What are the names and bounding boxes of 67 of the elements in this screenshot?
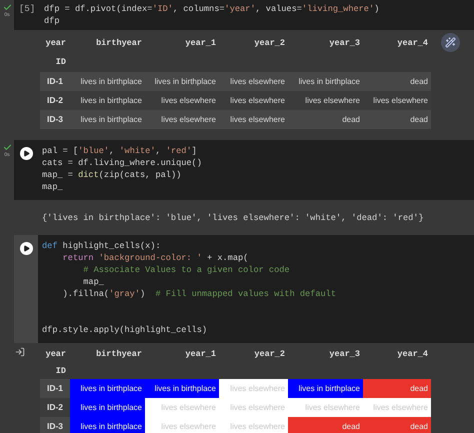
table-cell-text: lives elsewhere [372,94,429,106]
table-cell-text: lives elsewhere [229,76,286,88]
play-icon [23,245,30,252]
table-cell-text: lives in birthplace [154,76,217,88]
header-cell-text: year_4 [396,348,429,361]
table-cell: lives in birthplace [145,379,219,398]
code-cell[interactable]: def highlight_cells(x): return 'background-color: ' + x.map( # Associate Values to a given color code map_ ).fillna('gray') # Fill unmapped values with default dfp.style.apply(highlight_cells) [14,235,474,343]
table-cell-text: lives in birthplace [80,76,143,88]
table-cell-text: lives elsewhere [229,94,286,106]
header-cell-text: year_3 [328,36,361,50]
table-cell-text: lives in birthplace [80,114,143,126]
code-line: pal = ['blue', 'white', 'red'] [42,145,198,157]
output-icon[interactable] [15,347,25,357]
code-line: dfp.style.apply(highlight_cells) [42,324,208,336]
header-cell-text: birthyear [95,36,143,50]
table-cell: dead [363,417,431,433]
table-cell-text: lives in birthplace [80,94,143,107]
table-cell: lives in birthplace [70,398,145,417]
table-cell: dead [363,379,431,398]
header-cell-text: birthyear [95,348,143,361]
code-cell[interactable]: [5] dfp = df.pivot(index='ID', columns='year', values='living_where') dfp [14,0,474,30]
wand-button[interactable] [441,33,460,52]
header-cell-text: year_1 [184,36,217,50]
index-header-cell-text: ID [54,56,67,69]
code-cell[interactable]: pal = ['blue', 'white', 'red'] cats = df.living_where.unique() map_ = dict(zip(cats, pal)) map_ [14,140,474,200]
header-cell-text: year_2 [253,348,286,361]
table-cell-text: lives elsewhere [160,114,217,126]
table-cell-text: lives elsewhere [304,94,361,106]
table-cell-text: dead [409,76,429,88]
header-cell-text: year_3 [328,348,361,361]
code-line: ).fillna('gray') # Fill unmapped values with default [62,288,337,300]
table-cell-text: lives elsewhere [229,114,286,126]
table-cell: lives in birthplace [288,379,363,398]
table-cell: dead [288,417,363,433]
play-icon [23,150,30,157]
run-button[interactable] [20,147,32,160]
row-label-cell-text: ID-1 [46,75,64,88]
code-line: def highlight_cells(x): [42,240,162,252]
code-line: map_ [82,276,105,288]
code-line: map_ = dict(zip(cats, pal)) [42,169,182,181]
table-cell: lives in birthplace [70,417,145,433]
header-cell-text: year [44,36,67,50]
code-line: # Associate Values to a given color code [82,264,291,276]
row-label-cell-text: ID-2 [46,94,64,108]
table-cell-text: dead [341,114,361,126]
index-header-cell-text: ID [54,364,67,378]
row-label-cell-text: ID-3 [46,113,64,126]
row-label-cell-text: ID-1 [46,382,64,396]
table-cell-text: dead [409,114,429,126]
header-cell-text: year [44,348,67,361]
table-cell-text: lives in birthplace [298,76,361,88]
row-label-cell-text: ID-3 [46,420,64,433]
table-cell-text: lives elsewhere [160,94,217,106]
row-label-cell-text: ID-2 [46,401,64,414]
code-line: dfp = df.pivot(index='ID', columns='year', values='living_where') [44,3,380,15]
code-line: cats = df.living_where.unique() [42,157,203,169]
wand-icon [445,37,456,48]
code-line: return 'background-color: ' + x.map( [62,252,250,264]
header-cell-text: year_1 [184,348,217,361]
run-button[interactable] [20,242,32,255]
code-line: dfp [44,15,60,27]
code-line: map_ [42,181,64,193]
execution-count: [5] [18,3,36,16]
header-cell-text: year_4 [396,36,429,50]
header-cell-text: year_2 [253,36,286,50]
table-cell: lives in birthplace [70,379,145,398]
output-text: {'lives in birthplace': 'blue', 'lives elsewhere': 'white', 'dead': 'red'} [42,213,424,223]
